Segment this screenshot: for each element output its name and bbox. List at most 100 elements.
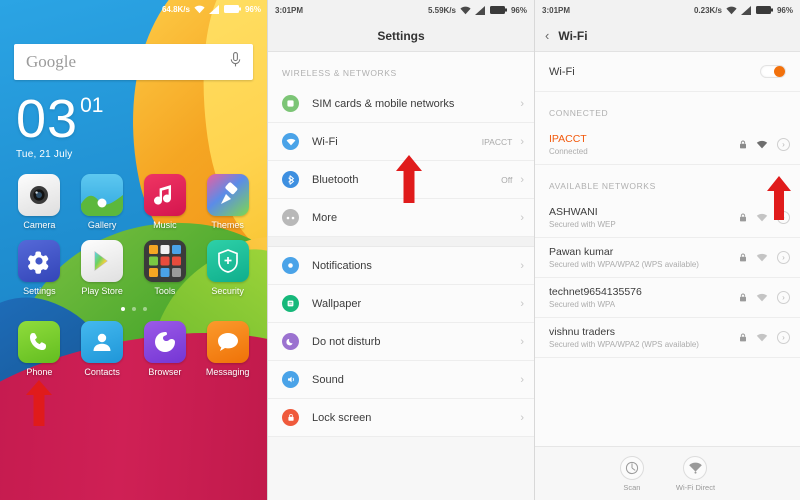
network-speed: 0.23K/s [693, 5, 722, 15]
network-row[interactable]: vishnu traders Secured with WPA/WPA2 (WP… [535, 318, 800, 358]
details-arrow-icon[interactable]: › [777, 291, 790, 304]
wifi-title-bar: ‹ Wi-Fi [535, 20, 800, 52]
settings-list-personal: Notifications › Wallpaper › Do not distu… [268, 247, 534, 437]
clock-widget[interactable]: 03 01 Tue, 21 July [16, 89, 267, 160]
settings-item-label: More [312, 211, 338, 224]
wallpaper-icon [282, 295, 299, 312]
app-camera[interactable]: Camera [8, 174, 71, 230]
settings-item-label: Lock screen [312, 411, 372, 424]
section-header-connected: CONNECTED [535, 92, 800, 125]
settings-panel: 3:01PM 5.59K/s 96% Settings WIRELESS & N… [267, 0, 534, 500]
network-row-connected[interactable]: IPACCT Connected › [535, 125, 800, 165]
message-icon [206, 321, 249, 363]
scan-button[interactable]: Scan [619, 455, 644, 492]
dock-item-browser[interactable]: Browser [134, 321, 197, 377]
lock-icon [739, 209, 747, 227]
clock-hours: 03 [16, 89, 79, 149]
settings-item-wallpaper[interactable]: Wallpaper › [268, 285, 534, 323]
bluetooth-icon [282, 171, 299, 188]
sim-card-icon [282, 95, 299, 112]
lock-icon [739, 249, 747, 267]
battery-percent: 96% [776, 5, 793, 15]
settings-item-sim-cards[interactable]: SIM cards & mobile networks › [268, 85, 534, 123]
chevron-right-icon: › [520, 411, 524, 424]
wifi-icon [726, 6, 737, 15]
dock-item-contacts[interactable]: Contacts [71, 321, 134, 377]
signal-icon [208, 4, 220, 14]
themes-icon [206, 174, 249, 216]
dock-label: Phone [26, 367, 53, 377]
network-ssid: technet9654135576 [549, 285, 642, 298]
lock-icon [739, 329, 747, 347]
details-arrow-icon[interactable]: › [777, 331, 790, 344]
network-row[interactable]: ASHWANI Secured with WEP › [535, 198, 800, 238]
app-play-store[interactable]: Play Store [71, 240, 134, 296]
home-status-bar: 64.8K/s 96% [0, 0, 267, 18]
shield-icon [206, 240, 249, 282]
google-search-bar[interactable]: Google [14, 44, 253, 80]
red-up-arrow-annotation [767, 176, 791, 220]
app-label: Gallery [87, 220, 117, 230]
settings-item-label: SIM cards & mobile networks [312, 97, 455, 110]
dock-item-messaging[interactable]: Messaging [196, 321, 259, 377]
available-networks-list: ASHWANI Secured with WEP › Pawan kumar S… [535, 198, 800, 358]
app-label: Security [211, 286, 244, 296]
microphone-icon[interactable] [230, 51, 241, 73]
wifi-bottom-bar: Scan Wi-Fi Direct [535, 446, 800, 500]
app-themes[interactable]: Themes [196, 174, 259, 230]
app-security[interactable]: Security [196, 240, 259, 296]
wifi-toggle-row[interactable]: Wi-Fi [535, 52, 800, 92]
wifi-icon [460, 6, 471, 15]
camera-icon [18, 174, 61, 216]
section-header-wireless: WIRELESS & NETWORKS [268, 52, 534, 85]
signal-icon [740, 5, 752, 15]
app-settings[interactable]: Settings [8, 240, 71, 296]
network-row[interactable]: Pawan kumar Secured with WPA/WPA2 (WPS a… [535, 238, 800, 278]
page-title: Wi-Fi [558, 28, 588, 43]
speaker-icon [282, 371, 299, 388]
list-separator [268, 237, 534, 247]
details-arrow-icon[interactable]: › [777, 251, 790, 264]
dock-label: Messaging [205, 367, 250, 377]
back-chevron-icon[interactable]: ‹ [545, 28, 549, 43]
wifi-icon [194, 5, 205, 14]
network-security: Secured with WPA [549, 299, 616, 309]
page-dot [131, 307, 136, 311]
app-label: Camera [23, 220, 56, 230]
settings-item-sound[interactable]: Sound › [268, 361, 534, 399]
red-up-arrow-annotation [396, 155, 422, 203]
wifi-signal-icon [756, 136, 768, 154]
network-status: Connected [549, 146, 588, 156]
settings-item-do-not-disturb[interactable]: Do not disturb › [268, 323, 534, 361]
page-title: Settings [377, 28, 425, 43]
chevron-right-icon: › [520, 259, 524, 272]
network-speed: 64.8K/s [161, 4, 190, 14]
play-store-icon [81, 240, 124, 282]
page-dot [142, 307, 147, 311]
app-tools[interactable]: Tools [134, 240, 197, 296]
wifi-toggle-switch[interactable] [760, 65, 786, 78]
settings-item-lock-screen[interactable]: Lock screen › [268, 399, 534, 437]
wifi-signal-icon [756, 289, 768, 307]
status-time: 3:01PM [542, 5, 571, 15]
lock-icon [282, 409, 299, 426]
network-row[interactable]: technet9654135576 Secured with WPA › [535, 278, 800, 318]
app-label: Settings [23, 286, 56, 296]
network-security: Secured with WPA/WPA2 (WPS available) [549, 259, 699, 269]
dock-item-phone[interactable]: Phone [8, 321, 71, 377]
dock: Phone Contacts Browser Messaging [0, 321, 267, 377]
settings-item-label: Notifications [312, 259, 372, 272]
network-ssid: IPACCT [549, 132, 587, 145]
chevron-right-icon: › [520, 211, 524, 224]
wifi-direct-button[interactable]: Wi-Fi Direct [676, 455, 715, 492]
app-gallery[interactable]: Gallery [71, 174, 134, 230]
app-music[interactable]: Music [134, 174, 197, 230]
app-grid: Camera Gallery Music Themes Settings Pla… [0, 174, 267, 296]
scan-label: Scan [623, 482, 641, 492]
settings-item-notifications[interactable]: Notifications › [268, 247, 534, 285]
details-arrow-icon[interactable]: › [777, 138, 790, 151]
lock-icon [739, 289, 747, 307]
settings-item-more[interactable]: More › [268, 199, 534, 237]
search-input[interactable]: Google [26, 52, 230, 72]
network-ssid: vishnu traders [549, 325, 615, 338]
